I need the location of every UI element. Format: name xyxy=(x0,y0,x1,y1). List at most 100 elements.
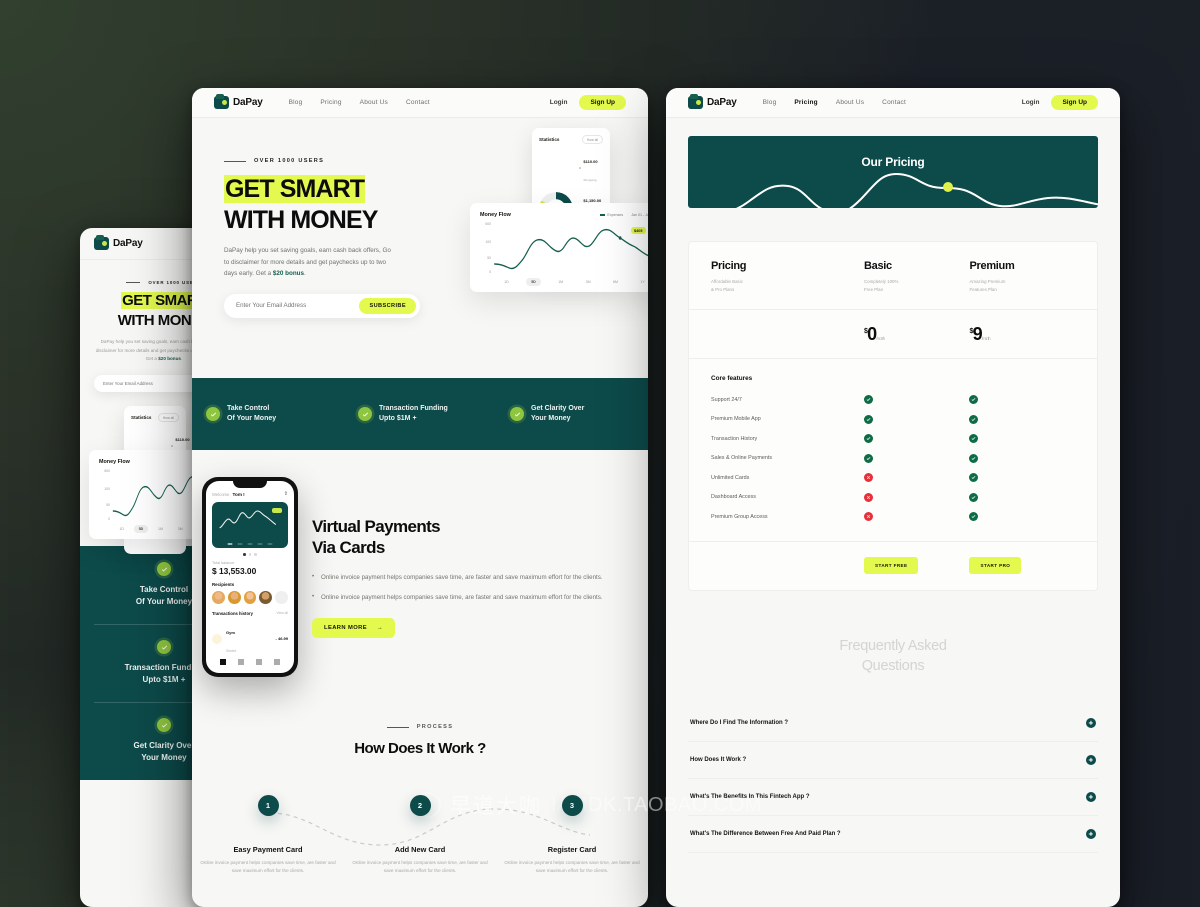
eyebrow-rule xyxy=(386,726,409,728)
check-icon xyxy=(969,512,979,522)
phone-tabbar[interactable] xyxy=(206,655,294,669)
cta-cell-premium: START PRO xyxy=(969,557,1075,575)
plus-icon[interactable] xyxy=(1086,754,1096,765)
phone-username: Tom ! xyxy=(232,491,245,497)
check-circle-icon xyxy=(157,562,171,577)
brand-logo[interactable]: DaPay xyxy=(214,94,263,109)
process-section: PROCESS How Does It Work ? 1 Easy Paymen… xyxy=(192,698,648,876)
brand-name: DaPay xyxy=(113,238,143,249)
chart-date-range[interactable]: Jan 01 - Jan 31 xyxy=(631,213,648,217)
x-tick-selected[interactable]: 5D xyxy=(133,525,149,534)
feature-label-line1: Transaction Funding xyxy=(379,404,448,412)
x-tick[interactable]: 3M xyxy=(173,525,188,533)
balance-amount: $ 13,553.00 xyxy=(212,565,257,576)
statistics-header: Statistics How all xyxy=(539,135,603,144)
faq-item[interactable]: Where Do I Find The Information ? xyxy=(688,705,1098,742)
statistics-range-pill[interactable]: How all xyxy=(581,135,603,144)
x-tick[interactable]: 1M xyxy=(553,278,568,286)
process-eyebrow-label: PROCESS xyxy=(416,724,454,730)
x-tick[interactable]: 1M xyxy=(153,525,168,533)
start-pro-button[interactable]: START PRO xyxy=(969,557,1022,575)
avatar-more-button[interactable] xyxy=(275,590,288,604)
email-input[interactable] xyxy=(236,302,360,310)
avatar[interactable] xyxy=(227,590,241,604)
nav-link-about-us[interactable]: About Us xyxy=(836,99,864,106)
virtual-payments-bullets: Online invoice payment helps companies s… xyxy=(312,571,622,604)
hero-title-line1: GET SMART xyxy=(224,175,366,203)
chart-tooltip: $405 xyxy=(630,227,646,234)
y-tick: 600 xyxy=(485,222,491,226)
brand-logo[interactable]: DaPay xyxy=(688,94,737,109)
nav-links: Blog Pricing About Us Contact xyxy=(763,99,906,106)
x-tick[interactable]: 3M xyxy=(581,278,596,286)
avatar[interactable] xyxy=(243,590,257,604)
pricing-column-premium: Premium Amazing Premium Features Plan xyxy=(969,260,1075,293)
statistics-title: Statistics xyxy=(131,415,152,421)
recipients-avatars[interactable] xyxy=(212,590,288,604)
check-circle-icon xyxy=(358,407,372,421)
plus-icon[interactable] xyxy=(1086,717,1096,728)
faq-section: Frequently Asked Questions Where Do I Fi… xyxy=(666,591,1120,853)
wallet-icon xyxy=(94,235,109,250)
avatar[interactable] xyxy=(212,590,225,604)
carousel-dots[interactable] xyxy=(212,553,288,556)
nav-actions: Login Sign Up xyxy=(550,95,626,110)
plus-icon[interactable] xyxy=(1086,828,1096,839)
nav-link-blog[interactable]: Blog xyxy=(289,99,303,106)
feature-name: Unlimited Cards xyxy=(711,474,750,481)
search-icon[interactable] xyxy=(238,659,244,665)
x-tick[interactable]: 1D xyxy=(499,278,514,286)
x-tick-selected[interactable]: 5D xyxy=(526,278,541,286)
nav-link-pricing[interactable]: Pricing xyxy=(320,99,341,106)
plus-icon[interactable] xyxy=(1086,791,1096,802)
start-free-button[interactable]: START FREE xyxy=(863,557,919,575)
price-cell-empty xyxy=(711,324,864,345)
x-tick[interactable]: 1D xyxy=(114,525,129,533)
sub-line2: Free Plan xyxy=(863,286,884,292)
x-tick[interactable]: 6M xyxy=(608,278,623,286)
feature-name: Premium Group Access xyxy=(711,513,768,520)
sub-line2: Features Plan xyxy=(969,286,997,292)
card-icon[interactable] xyxy=(256,659,262,665)
nav-link-contact[interactable]: Contact xyxy=(882,99,906,106)
transactions-view-all[interactable]: View all xyxy=(276,611,288,615)
subscribe-button[interactable]: SUBSCRIBE xyxy=(359,297,416,314)
signup-button[interactable]: Sign Up xyxy=(579,95,626,110)
step-title: Easy Payment Card xyxy=(233,845,303,854)
hero-paragraph: DaPay help you set saving goals, earn ca… xyxy=(224,245,392,280)
profile-icon[interactable] xyxy=(274,659,280,665)
login-link[interactable]: Login xyxy=(1022,99,1040,106)
nav-link-blog[interactable]: Blog xyxy=(763,99,777,106)
learn-more-button[interactable]: LEARN MORE → xyxy=(312,617,396,638)
share-icon[interactable]: ⇪ xyxy=(284,491,288,497)
nav-link-about-us[interactable]: About Us xyxy=(360,99,388,106)
price-period: /month xyxy=(876,336,885,342)
check-icon xyxy=(863,414,873,424)
home-icon[interactable] xyxy=(220,659,226,665)
nav-link-contact[interactable]: Contact xyxy=(406,99,430,106)
transaction-row[interactable]: Gym Started - 46.99 xyxy=(212,621,288,657)
x-tick[interactable]: 1Y xyxy=(635,278,648,286)
pricing-table-prices: $0/month $9/month xyxy=(689,310,1097,360)
pricing-table: Pricing Affordable Basic & Pro Plans Basi… xyxy=(688,241,1098,592)
phone-chart-range-pills[interactable] xyxy=(227,542,273,545)
price-premium: $9/month xyxy=(969,324,1075,345)
feature-name: Dashboard Access xyxy=(711,494,756,501)
email-input[interactable] xyxy=(103,381,194,387)
faq-item[interactable]: How Does It Work ? xyxy=(688,742,1098,779)
feature-basic-cell xyxy=(863,492,970,502)
faq-item[interactable]: What's The Benefits In This Fintech App … xyxy=(688,779,1098,816)
process-steps: 1 Easy Payment Card Online invoice payme… xyxy=(192,795,648,876)
vp-title-line2: Via Cards xyxy=(312,538,385,558)
avatar[interactable] xyxy=(259,590,273,604)
feature-item: Take Control Of Your Money xyxy=(192,404,344,424)
nav-link-pricing[interactable]: Pricing xyxy=(794,99,817,106)
faq-item[interactable]: What's The Difference Between Free And P… xyxy=(688,816,1098,853)
brand-logo[interactable]: DaPay xyxy=(94,235,143,250)
faq-title: Frequently Asked Questions xyxy=(688,637,1098,676)
transaction-sub: Started xyxy=(226,648,237,653)
login-link[interactable]: Login xyxy=(550,99,568,106)
statistics-range-pill[interactable]: How all xyxy=(157,413,179,423)
legend-dot-icon xyxy=(171,444,174,448)
signup-button[interactable]: Sign Up xyxy=(1051,95,1098,110)
